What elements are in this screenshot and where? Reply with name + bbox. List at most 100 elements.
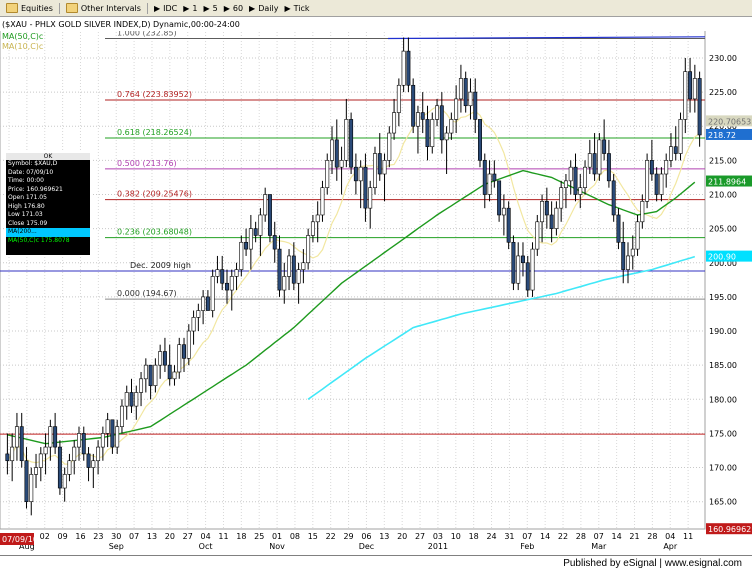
other-intervals-menu[interactable]: Other Intervals — [65, 3, 141, 13]
candle-body — [678, 119, 683, 154]
candle-body — [72, 446, 77, 462]
candle-body — [444, 132, 449, 141]
candle-body — [630, 248, 635, 257]
interval-idc[interactable]: ▶ IDC — [154, 4, 177, 13]
candle-body — [668, 146, 673, 161]
candle-body — [640, 201, 645, 223]
candle-body — [244, 241, 249, 250]
candle-body — [301, 262, 306, 270]
dec-2009-high-label: Dec. 2009 high — [130, 261, 191, 270]
candle-body — [697, 78, 702, 136]
candle-body — [425, 119, 430, 148]
candle-body — [478, 119, 482, 161]
candle-body — [568, 166, 573, 182]
candle-body — [649, 160, 654, 175]
candle-body — [334, 139, 339, 168]
candle-body — [592, 153, 597, 175]
interval-60[interactable]: ▶ 60 — [224, 4, 243, 13]
price-badge-label: 160.969621 — [708, 525, 752, 534]
x-month-label: 2011 — [428, 542, 448, 551]
candle-body — [454, 98, 459, 120]
arrow-icon: ▶ — [183, 3, 190, 13]
price-chart: 165.00 170.00 175.00 180.00 185.00 190.00 195.… — [0, 17, 752, 555]
candle-body — [606, 153, 611, 182]
candle-body — [205, 296, 210, 311]
interval-1[interactable]: ▶ 1 — [183, 4, 197, 13]
candle-body — [626, 255, 630, 270]
candle-body — [344, 119, 349, 161]
chart-area[interactable]: 165.00 170.00 175.00 180.00 185.00 190.00 195.… — [0, 17, 752, 555]
candle-body — [172, 371, 177, 380]
price-readout: Price: 160.969621 — [8, 185, 63, 193]
candle-body — [415, 112, 420, 127]
candle-body — [387, 132, 392, 161]
candle-body — [287, 255, 292, 277]
candle-body — [267, 194, 272, 236]
candle-body — [182, 344, 186, 359]
x-tick-label: 13 — [147, 532, 157, 541]
candle-body — [148, 364, 153, 386]
interval-60-label: 60 — [232, 3, 244, 13]
x-tick-label: 20 — [397, 532, 407, 541]
candle-body — [339, 160, 344, 168]
interval-idc-label: IDC — [163, 3, 178, 13]
candle-body — [186, 330, 191, 359]
candle-body — [373, 153, 377, 188]
cursor-data-window-title: OK — [6, 153, 90, 160]
equities-label: Equities — [21, 3, 53, 13]
candle-body — [659, 173, 664, 195]
arrow-icon: ▶ — [284, 3, 291, 13]
y-tick-label: 225.00 — [709, 88, 737, 97]
candle-body — [516, 255, 521, 284]
candle-body — [272, 235, 277, 250]
candle-body — [81, 433, 86, 455]
x-tick-label: 22 — [558, 532, 568, 541]
x-tick-label: 23 — [93, 532, 103, 541]
candle-body — [492, 173, 497, 182]
candle-body — [673, 146, 678, 154]
candle-body — [177, 344, 182, 373]
candle-body — [597, 139, 602, 175]
interval-tick[interactable]: ▶ Tick — [284, 4, 309, 13]
other-intervals-label: Other Intervals — [80, 3, 141, 13]
candle-body — [143, 364, 148, 380]
x-tick-label: 07 — [522, 532, 532, 541]
candle-body — [578, 187, 583, 195]
time-readout: Time: 00:00 — [8, 177, 44, 184]
candle-body — [559, 187, 564, 209]
candle-body — [239, 241, 244, 270]
candle-body — [196, 310, 201, 318]
toolbar-separator — [146, 2, 148, 14]
candle-body — [38, 453, 43, 468]
x-tick-label: 22 — [326, 532, 336, 541]
equities-menu[interactable]: Equities — [6, 3, 53, 13]
interval-daily[interactable]: ▶ Daily — [249, 4, 278, 13]
candle-body — [535, 221, 540, 250]
candle-body — [306, 235, 311, 264]
price-badge-label: 218.72 — [708, 131, 736, 140]
toolbar-separator — [58, 2, 60, 14]
candle-body — [358, 166, 363, 182]
toolbar: Equities Other Intervals ▶ IDC ▶ 1 ▶ 5 ▶… — [0, 0, 752, 17]
x-tick-label: 03 — [433, 532, 443, 541]
candle-body — [621, 241, 626, 270]
arrow-icon: ▶ — [249, 3, 256, 13]
x-tick-label: 02 — [40, 532, 50, 541]
arrow-icon: ▶ — [223, 3, 230, 13]
candle-body — [554, 207, 559, 229]
interval-5[interactable]: ▶ 5 — [203, 4, 217, 13]
candle-body — [14, 426, 19, 448]
x-month-label: Oct — [199, 542, 213, 551]
candle-body — [10, 446, 15, 462]
candle-body — [119, 405, 124, 427]
ma200-readout: MA(200... — [6, 228, 90, 237]
x-tick-label: 13 — [379, 532, 389, 541]
interval-daily-label: Daily — [258, 3, 279, 13]
candle-body — [683, 71, 688, 120]
y-tick-label: 180.00 — [709, 395, 737, 404]
candle-body — [439, 105, 444, 141]
candle-body — [645, 160, 650, 202]
candle-body — [29, 474, 34, 502]
candle-body — [587, 153, 592, 168]
candle-body — [201, 296, 206, 311]
